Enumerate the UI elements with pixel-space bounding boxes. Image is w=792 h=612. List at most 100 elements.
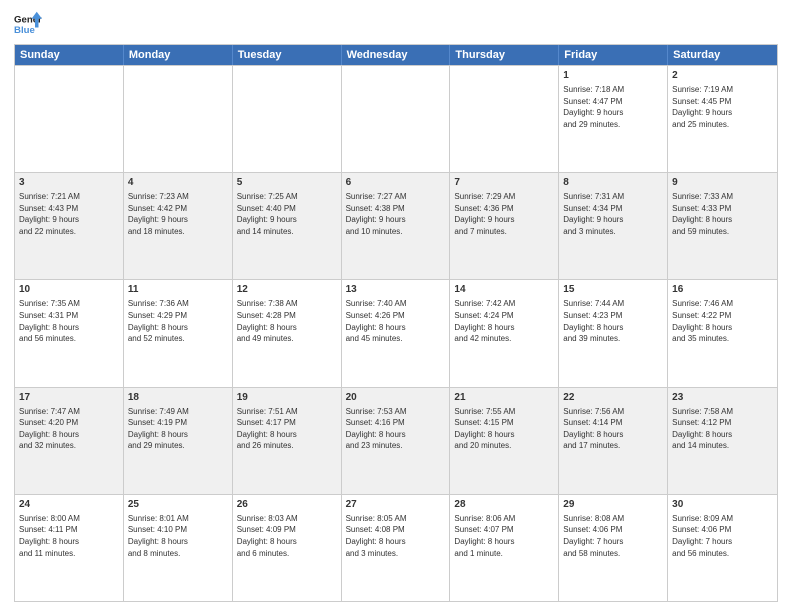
day-info: Sunrise: 8:06 AM Sunset: 4:07 PM Dayligh… bbox=[454, 513, 554, 559]
calendar-cell: 16Sunrise: 7:46 AM Sunset: 4:22 PM Dayli… bbox=[668, 280, 777, 386]
day-number: 4 bbox=[128, 176, 228, 190]
day-number: 19 bbox=[237, 391, 337, 405]
day-number: 29 bbox=[563, 498, 663, 512]
day-number: 25 bbox=[128, 498, 228, 512]
day-number: 9 bbox=[672, 176, 773, 190]
day-info: Sunrise: 8:05 AM Sunset: 4:08 PM Dayligh… bbox=[346, 513, 446, 559]
day-number: 24 bbox=[19, 498, 119, 512]
calendar-cell: 23Sunrise: 7:58 AM Sunset: 4:12 PM Dayli… bbox=[668, 388, 777, 494]
day-info: Sunrise: 8:00 AM Sunset: 4:11 PM Dayligh… bbox=[19, 513, 119, 559]
day-number: 30 bbox=[672, 498, 773, 512]
logo-icon: General Blue bbox=[14, 10, 42, 38]
day-number: 22 bbox=[563, 391, 663, 405]
svg-text:Blue: Blue bbox=[14, 25, 35, 36]
calendar-cell bbox=[450, 66, 559, 172]
day-info: Sunrise: 7:58 AM Sunset: 4:12 PM Dayligh… bbox=[672, 406, 773, 452]
day-number: 5 bbox=[237, 176, 337, 190]
day-info: Sunrise: 7:38 AM Sunset: 4:28 PM Dayligh… bbox=[237, 298, 337, 344]
day-number: 13 bbox=[346, 283, 446, 297]
calendar-cell: 19Sunrise: 7:51 AM Sunset: 4:17 PM Dayli… bbox=[233, 388, 342, 494]
day-info: Sunrise: 7:23 AM Sunset: 4:42 PM Dayligh… bbox=[128, 191, 228, 237]
calendar: SundayMondayTuesdayWednesdayThursdayFrid… bbox=[14, 44, 778, 602]
day-info: Sunrise: 7:51 AM Sunset: 4:17 PM Dayligh… bbox=[237, 406, 337, 452]
calendar-cell bbox=[342, 66, 451, 172]
day-info: Sunrise: 7:40 AM Sunset: 4:26 PM Dayligh… bbox=[346, 298, 446, 344]
calendar-cell: 3Sunrise: 7:21 AM Sunset: 4:43 PM Daylig… bbox=[15, 173, 124, 279]
calendar-cell: 28Sunrise: 8:06 AM Sunset: 4:07 PM Dayli… bbox=[450, 495, 559, 601]
day-info: Sunrise: 8:08 AM Sunset: 4:06 PM Dayligh… bbox=[563, 513, 663, 559]
day-info: Sunrise: 7:42 AM Sunset: 4:24 PM Dayligh… bbox=[454, 298, 554, 344]
day-number: 1 bbox=[563, 69, 663, 83]
day-number: 21 bbox=[454, 391, 554, 405]
calendar-cell: 1Sunrise: 7:18 AM Sunset: 4:47 PM Daylig… bbox=[559, 66, 668, 172]
day-info: Sunrise: 7:46 AM Sunset: 4:22 PM Dayligh… bbox=[672, 298, 773, 344]
day-number: 27 bbox=[346, 498, 446, 512]
calendar-row: 24Sunrise: 8:00 AM Sunset: 4:11 PM Dayli… bbox=[15, 494, 777, 601]
weekday-header: Wednesday bbox=[342, 45, 451, 65]
weekday-header: Tuesday bbox=[233, 45, 342, 65]
calendar-cell: 24Sunrise: 8:00 AM Sunset: 4:11 PM Dayli… bbox=[15, 495, 124, 601]
day-info: Sunrise: 8:09 AM Sunset: 4:06 PM Dayligh… bbox=[672, 513, 773, 559]
day-number: 26 bbox=[237, 498, 337, 512]
calendar-header: SundayMondayTuesdayWednesdayThursdayFrid… bbox=[15, 45, 777, 65]
calendar-cell: 18Sunrise: 7:49 AM Sunset: 4:19 PM Dayli… bbox=[124, 388, 233, 494]
day-number: 3 bbox=[19, 176, 119, 190]
day-number: 12 bbox=[237, 283, 337, 297]
calendar-cell: 2Sunrise: 7:19 AM Sunset: 4:45 PM Daylig… bbox=[668, 66, 777, 172]
calendar-row: 17Sunrise: 7:47 AM Sunset: 4:20 PM Dayli… bbox=[15, 387, 777, 494]
logo: General Blue bbox=[14, 10, 42, 38]
calendar-cell: 10Sunrise: 7:35 AM Sunset: 4:31 PM Dayli… bbox=[15, 280, 124, 386]
day-info: Sunrise: 8:01 AM Sunset: 4:10 PM Dayligh… bbox=[128, 513, 228, 559]
day-number: 7 bbox=[454, 176, 554, 190]
day-info: Sunrise: 7:49 AM Sunset: 4:19 PM Dayligh… bbox=[128, 406, 228, 452]
day-info: Sunrise: 7:36 AM Sunset: 4:29 PM Dayligh… bbox=[128, 298, 228, 344]
day-info: Sunrise: 7:29 AM Sunset: 4:36 PM Dayligh… bbox=[454, 191, 554, 237]
day-info: Sunrise: 7:27 AM Sunset: 4:38 PM Dayligh… bbox=[346, 191, 446, 237]
calendar-cell: 22Sunrise: 7:56 AM Sunset: 4:14 PM Dayli… bbox=[559, 388, 668, 494]
calendar-cell: 21Sunrise: 7:55 AM Sunset: 4:15 PM Dayli… bbox=[450, 388, 559, 494]
day-number: 18 bbox=[128, 391, 228, 405]
calendar-cell: 20Sunrise: 7:53 AM Sunset: 4:16 PM Dayli… bbox=[342, 388, 451, 494]
weekday-header: Thursday bbox=[450, 45, 559, 65]
day-number: 28 bbox=[454, 498, 554, 512]
day-info: Sunrise: 7:44 AM Sunset: 4:23 PM Dayligh… bbox=[563, 298, 663, 344]
calendar-cell bbox=[233, 66, 342, 172]
calendar-row: 10Sunrise: 7:35 AM Sunset: 4:31 PM Dayli… bbox=[15, 279, 777, 386]
day-number: 17 bbox=[19, 391, 119, 405]
calendar-cell: 11Sunrise: 7:36 AM Sunset: 4:29 PM Dayli… bbox=[124, 280, 233, 386]
day-info: Sunrise: 7:31 AM Sunset: 4:34 PM Dayligh… bbox=[563, 191, 663, 237]
day-info: Sunrise: 7:25 AM Sunset: 4:40 PM Dayligh… bbox=[237, 191, 337, 237]
day-info: Sunrise: 7:21 AM Sunset: 4:43 PM Dayligh… bbox=[19, 191, 119, 237]
calendar-row: 1Sunrise: 7:18 AM Sunset: 4:47 PM Daylig… bbox=[15, 65, 777, 172]
page-header: General Blue bbox=[14, 10, 778, 38]
weekday-header: Monday bbox=[124, 45, 233, 65]
day-info: Sunrise: 8:03 AM Sunset: 4:09 PM Dayligh… bbox=[237, 513, 337, 559]
calendar-cell: 30Sunrise: 8:09 AM Sunset: 4:06 PM Dayli… bbox=[668, 495, 777, 601]
day-number: 16 bbox=[672, 283, 773, 297]
calendar-cell: 4Sunrise: 7:23 AM Sunset: 4:42 PM Daylig… bbox=[124, 173, 233, 279]
day-number: 6 bbox=[346, 176, 446, 190]
day-info: Sunrise: 7:56 AM Sunset: 4:14 PM Dayligh… bbox=[563, 406, 663, 452]
calendar-cell bbox=[15, 66, 124, 172]
calendar-cell: 9Sunrise: 7:33 AM Sunset: 4:33 PM Daylig… bbox=[668, 173, 777, 279]
day-number: 11 bbox=[128, 283, 228, 297]
calendar-cell bbox=[124, 66, 233, 172]
day-info: Sunrise: 7:55 AM Sunset: 4:15 PM Dayligh… bbox=[454, 406, 554, 452]
day-info: Sunrise: 7:47 AM Sunset: 4:20 PM Dayligh… bbox=[19, 406, 119, 452]
weekday-header: Saturday bbox=[668, 45, 777, 65]
day-info: Sunrise: 7:18 AM Sunset: 4:47 PM Dayligh… bbox=[563, 84, 663, 130]
calendar-body: 1Sunrise: 7:18 AM Sunset: 4:47 PM Daylig… bbox=[15, 65, 777, 601]
calendar-cell: 13Sunrise: 7:40 AM Sunset: 4:26 PM Dayli… bbox=[342, 280, 451, 386]
day-number: 15 bbox=[563, 283, 663, 297]
calendar-cell: 27Sunrise: 8:05 AM Sunset: 4:08 PM Dayli… bbox=[342, 495, 451, 601]
calendar-cell: 26Sunrise: 8:03 AM Sunset: 4:09 PM Dayli… bbox=[233, 495, 342, 601]
calendar-cell: 6Sunrise: 7:27 AM Sunset: 4:38 PM Daylig… bbox=[342, 173, 451, 279]
calendar-cell: 12Sunrise: 7:38 AM Sunset: 4:28 PM Dayli… bbox=[233, 280, 342, 386]
day-info: Sunrise: 7:53 AM Sunset: 4:16 PM Dayligh… bbox=[346, 406, 446, 452]
calendar-cell: 8Sunrise: 7:31 AM Sunset: 4:34 PM Daylig… bbox=[559, 173, 668, 279]
day-info: Sunrise: 7:19 AM Sunset: 4:45 PM Dayligh… bbox=[672, 84, 773, 130]
day-number: 2 bbox=[672, 69, 773, 83]
day-number: 10 bbox=[19, 283, 119, 297]
day-info: Sunrise: 7:33 AM Sunset: 4:33 PM Dayligh… bbox=[672, 191, 773, 237]
calendar-cell: 14Sunrise: 7:42 AM Sunset: 4:24 PM Dayli… bbox=[450, 280, 559, 386]
